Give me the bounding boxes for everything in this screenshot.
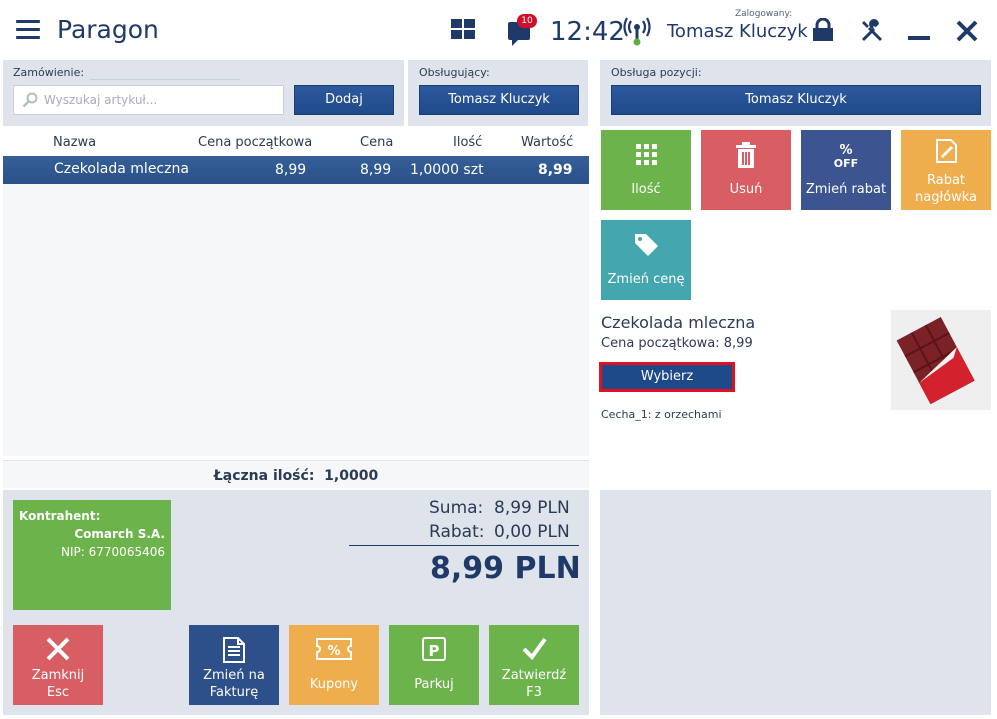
- column-header-quantity[interactable]: Ilość: [453, 135, 482, 150]
- confirm-button-shortcut: F3: [526, 685, 542, 700]
- park-button-label: Parkuj: [414, 677, 454, 692]
- right-bottom-panel: [600, 490, 991, 715]
- change-discount-tile[interactable]: % OFF Zmień rabat: [801, 130, 891, 210]
- connection-signal-icon[interactable]: [623, 16, 651, 46]
- discount-value: 0,00 PLN: [494, 522, 570, 542]
- svg-text:%: %: [327, 644, 340, 659]
- column-header-price[interactable]: Cena: [360, 135, 393, 150]
- header-discount-label-1: Rabat: [926, 173, 966, 188]
- confirm-button-label: Zatwierdź: [501, 668, 567, 683]
- column-header-start-price[interactable]: Cena początkowa: [198, 135, 312, 150]
- delete-tile[interactable]: Usuń: [701, 130, 791, 210]
- park-button[interactable]: P Parkuj: [389, 625, 479, 705]
- clock: 12:42: [550, 17, 625, 47]
- order-label: Zamówienie:: [13, 66, 85, 79]
- row-value: 8,99: [538, 162, 573, 178]
- svg-text:%: %: [839, 143, 852, 158]
- change-to-invoice-button[interactable]: Zmień na Fakturę: [189, 625, 279, 705]
- logged-in-user: Tomasz Kluczyk: [667, 21, 808, 42]
- checkmark-icon: [522, 637, 547, 661]
- hamburger-menu-icon[interactable]: [16, 20, 40, 40]
- close-esc-button[interactable]: Zamknij Esc: [13, 625, 103, 705]
- select-properties-button[interactable]: Wybierz właściwości: [599, 362, 735, 408]
- close-button-label: Zamknij: [31, 668, 85, 683]
- delete-tile-label: Usuń: [729, 182, 763, 197]
- invoice-document-icon: [223, 637, 245, 663]
- trash-icon: [736, 142, 756, 168]
- tiles-view-icon[interactable]: [451, 19, 475, 39]
- row-name: Czekolada mleczna: [54, 161, 189, 177]
- parking-icon: P: [422, 637, 446, 661]
- page-title: Paragon: [57, 15, 159, 44]
- servicing-label: Obsługujący:: [419, 66, 490, 79]
- coupons-button-label: Kupony: [309, 677, 359, 692]
- change-discount-tile-label: Zmień rabat: [805, 182, 887, 197]
- sum-label: Suma:: [429, 498, 484, 518]
- confirm-f3-button[interactable]: Zatwierdź F3: [489, 625, 579, 705]
- column-header-value[interactable]: Wartość: [521, 135, 573, 150]
- coupon-percent-icon: %: [316, 638, 352, 660]
- change-price-tile[interactable]: Zmień cenę: [601, 220, 691, 300]
- feature-text: Cecha_1: z orzechami: [601, 408, 722, 421]
- change-price-tile-label: Zmień cenę: [607, 272, 685, 287]
- header-discount-tile[interactable]: Rabat nagłówka: [901, 130, 991, 210]
- close-icon[interactable]: [955, 19, 979, 43]
- discount-label: Rabat:: [429, 522, 485, 542]
- sum-value: 8,99 PLN: [494, 498, 570, 518]
- position-service-label: Obsługa pozycji:: [611, 66, 702, 79]
- tools-icon[interactable]: [860, 19, 884, 43]
- percent-off-icon: % OFF: [834, 143, 858, 168]
- add-button[interactable]: Dodaj: [294, 85, 394, 115]
- total-quantity-label: Łączna ilość:: [213, 468, 315, 484]
- row-quantity: 1,0000 szt: [410, 162, 484, 178]
- table-body: [3, 184, 589, 456]
- close-button-shortcut: Esc: [46, 685, 70, 700]
- contractor-tile[interactable]: Kontrahent: Comarch S.A. NIP: 6770065406: [13, 500, 171, 610]
- total-quantity-value: 1,0000: [324, 468, 379, 484]
- search-input[interactable]: [44, 86, 279, 114]
- grid-icon: [636, 144, 657, 165]
- chocolate-product-image: [891, 310, 991, 410]
- close-x-icon: [46, 637, 70, 661]
- column-header-name[interactable]: Nazwa: [53, 135, 96, 150]
- detail-start-price: Cena początkowa: 8,99: [601, 336, 753, 351]
- grand-total: 8,99 PLN: [430, 551, 581, 586]
- order-underline: [90, 79, 240, 80]
- contractor-label: Kontrahent:: [19, 509, 101, 523]
- svg-text:P: P: [429, 642, 440, 660]
- quantity-tile-label: Ilość: [631, 182, 661, 197]
- table-row[interactable]: Czekolada mleczna 8,99 8,99 1,0000 szt 8…: [3, 156, 589, 184]
- contractor-name: Comarch S.A.: [74, 527, 165, 541]
- contractor-nip: NIP: 6770065406: [61, 545, 165, 559]
- quantity-tile[interactable]: Ilość: [601, 130, 691, 210]
- document-edit-icon: [936, 139, 957, 163]
- logged-in-label: Zalogowany:: [735, 9, 793, 19]
- row-price: 8,99: [360, 162, 392, 178]
- detail-product-name: Czekolada mleczna: [601, 313, 756, 332]
- notification-badge: 10: [517, 14, 537, 28]
- coupons-button[interactable]: % Kupony: [289, 625, 379, 705]
- invoice-button-label-2: Fakturę: [209, 685, 259, 700]
- lock-icon[interactable]: [812, 18, 834, 42]
- header-discount-label-2: nagłówka: [914, 190, 977, 205]
- position-service-user-button[interactable]: Tomasz Kluczyk: [611, 85, 981, 115]
- search-field[interactable]: [13, 85, 284, 115]
- servicing-user-button[interactable]: Tomasz Kluczyk: [419, 85, 579, 115]
- summary-divider: [349, 545, 579, 546]
- price-tag-icon: [635, 234, 658, 256]
- app-header: Paragon 10 12:42 Zalogowany: Tomasz Kluc…: [0, 0, 997, 60]
- table-header: Nazwa Cena początkowa Cena Ilość Wartość: [3, 130, 589, 155]
- svg-text:OFF: OFF: [834, 157, 858, 168]
- search-icon: [22, 92, 38, 108]
- row-start-price: 8,99: [275, 162, 307, 178]
- invoice-button-label-1: Zmień na: [203, 668, 265, 683]
- minimize-icon[interactable]: [908, 36, 930, 40]
- total-quantity-row: Łączna ilość: 1,0000: [3, 460, 589, 488]
